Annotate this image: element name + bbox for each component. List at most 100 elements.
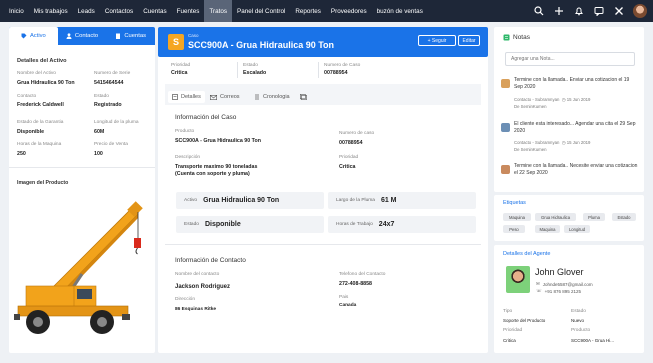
agent-email[interactable]: Johnde5587@gmail.com xyxy=(543,282,593,287)
follow-button[interactable]: + Seguir xyxy=(418,35,456,46)
kv-boom-length: Largo de la Pluma 61 M xyxy=(328,192,476,209)
nav-tratos[interactable]: Tratos xyxy=(204,0,233,22)
plus-icon[interactable] xyxy=(553,6,564,17)
agent-state-label: Estado xyxy=(571,309,586,314)
nav-panel-control[interactable]: Panel del Control xyxy=(232,0,290,22)
search-icon[interactable] xyxy=(533,6,544,17)
price-value: 100 xyxy=(94,151,103,157)
crane-image xyxy=(14,201,143,334)
tag-chip[interactable]: Peso xyxy=(503,225,525,233)
building-icon xyxy=(116,33,121,39)
boom-length-value: 60M xyxy=(94,129,105,135)
tab-detalles[interactable]: Detalles xyxy=(168,91,205,103)
agent-avatar xyxy=(506,266,530,293)
tab-cuentas-label: Cuentas xyxy=(124,33,146,39)
divider xyxy=(165,244,481,245)
address-value: 86 Esquinas Ritke xyxy=(175,307,217,312)
tools-icon[interactable] xyxy=(613,6,624,17)
agent-email-row: ✉ Johnde5587@gmail.com xyxy=(536,281,593,287)
country-label: Pais xyxy=(339,295,349,300)
nav-fuentes[interactable]: Fuentes xyxy=(172,0,205,22)
nav-cuentas[interactable]: Cuentas xyxy=(138,0,171,22)
note-meta: Contacto - Subramnyan ◷ 15 Jun 2019 xyxy=(514,97,590,103)
header-case-no-value: 00788954 xyxy=(324,70,348,76)
add-note-input[interactable] xyxy=(505,52,635,66)
product-value: SCC900A - Grua Hidraulica 90 Ton xyxy=(175,138,261,144)
gallery-icon xyxy=(300,94,307,100)
note-date: 15 Jun 2019 xyxy=(566,140,591,145)
agent-panel xyxy=(494,245,644,353)
contact-name-value: Jackson Rodriguez xyxy=(175,284,231,290)
tab-contacto[interactable]: Contacto xyxy=(58,27,107,45)
header-state-label: Estado xyxy=(243,63,258,68)
header-state-value: Escalado xyxy=(243,70,267,76)
tags-title: Etiquetas xyxy=(503,200,526,206)
edit-button[interactable]: Editar xyxy=(458,35,480,46)
note-author: De SeminKumen xyxy=(514,104,547,109)
nav-reportes[interactable]: Reportes xyxy=(290,0,326,22)
tab-activo-label: Activo xyxy=(29,33,46,39)
kv-activo-key: Activo xyxy=(184,198,198,203)
user-avatar[interactable] xyxy=(633,4,647,18)
serial-label: Numero de Serie xyxy=(94,71,131,76)
address-label: Dirección xyxy=(175,297,195,302)
phone-icon: ☏ xyxy=(536,288,542,293)
priority-value: Critica xyxy=(339,164,356,170)
timeline-icon xyxy=(255,94,259,100)
bell-icon[interactable] xyxy=(573,6,584,17)
tag-chip[interactable]: Pluma xyxy=(583,213,605,221)
kv-activo: Activo Grua Hidraulica 90 Ton xyxy=(176,192,324,209)
hours-label: Horas de la Maquina xyxy=(17,142,62,147)
note-contact: Contacto - Subramnyan xyxy=(514,97,560,102)
note-author: De SeminKumen xyxy=(514,147,547,152)
tab-cuentas[interactable]: Cuentas xyxy=(106,27,155,45)
note-contact: Contacto - Subramnyan xyxy=(514,140,560,145)
description-label: Descripción xyxy=(175,155,201,160)
tab-correos[interactable]: Correos xyxy=(210,94,240,100)
agent-type-value: Soporte del Producto xyxy=(503,318,546,323)
priority-label: Prioridad xyxy=(339,155,359,160)
mail-icon xyxy=(210,94,217,100)
nav-mis-trabajos[interactable]: Mis trabajos xyxy=(29,0,73,22)
tab-activo[interactable]: Activo xyxy=(9,27,58,45)
contact-phone-value: 272-408-8858 xyxy=(339,281,372,287)
contact-phone-label: Telefono del Contacto xyxy=(339,272,386,277)
chat-icon[interactable] xyxy=(593,6,604,17)
notes-title: Notas xyxy=(513,34,530,41)
kv-boom-length-key: Largo de la Pluma xyxy=(336,198,375,203)
kv-work-hours-key: Horas de Trabajo xyxy=(336,222,373,227)
case-info-title: Información del Caso xyxy=(175,114,237,121)
boom-length-label: Longitud de la pluma xyxy=(94,120,139,125)
agent-name: John Glover xyxy=(535,267,584,277)
note-icon xyxy=(503,34,510,41)
kv-estado-value: Disponible xyxy=(204,221,241,228)
list-icon xyxy=(172,94,178,100)
nav-inicio[interactable]: Inicio xyxy=(4,0,29,22)
tab-attachments[interactable] xyxy=(300,94,307,100)
country-value: Canada xyxy=(339,303,357,308)
nav-contactos[interactable]: Contactos xyxy=(100,0,138,22)
contact-label: Contacto xyxy=(17,94,37,99)
tag-chip[interactable]: Grua Hidraulica xyxy=(535,213,576,221)
contact-value: Frederick Caldwell xyxy=(17,102,64,108)
left-tabs: Activo Contacto Cuentas xyxy=(9,27,155,45)
agent-type-label: Tipo xyxy=(503,309,513,314)
agent-phone[interactable]: +91 876 895 2125 xyxy=(545,289,581,294)
tag-chip[interactable]: Estado xyxy=(612,213,636,221)
tag-chip[interactable]: Maquina xyxy=(503,213,531,221)
asset-name-value: Grua Hidraulica 90 Ton xyxy=(17,80,75,86)
kv-estado: Estado Disponible xyxy=(176,216,324,233)
tag-chip[interactable]: Maquina xyxy=(535,225,560,233)
agent-state-value: Nuevo xyxy=(571,318,585,323)
tag-chip[interactable]: Longitud xyxy=(564,225,590,233)
nav-leads[interactable]: Leads xyxy=(73,0,100,22)
asset-details-title: Detalles del Activo xyxy=(17,58,67,64)
tab-cronologia[interactable]: Cronologia xyxy=(254,94,290,100)
warranty-value: Disponible xyxy=(17,129,45,135)
tag-icon xyxy=(21,33,27,39)
nav-buzon-ventas[interactable]: buzón de ventas xyxy=(372,0,428,22)
status-value: Registrado xyxy=(94,102,122,108)
nav-proveedores[interactable]: Proveedores xyxy=(326,0,372,22)
person-icon xyxy=(66,33,72,39)
tab-detalles-label: Detalles xyxy=(181,94,201,100)
